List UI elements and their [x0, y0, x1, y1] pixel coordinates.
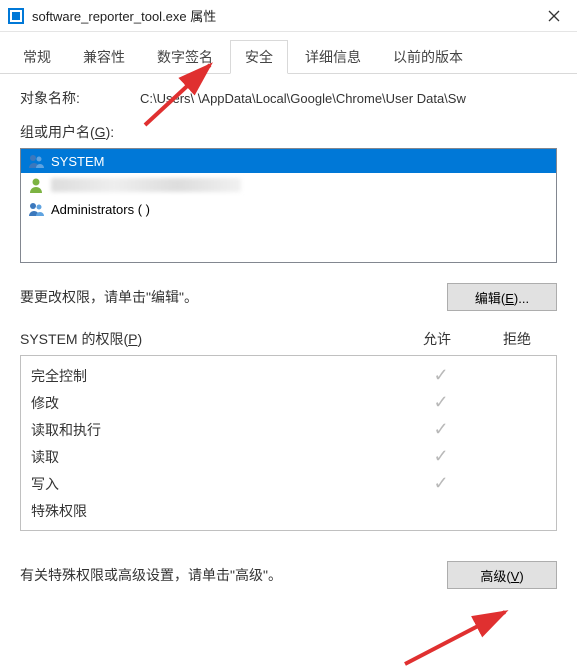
person-icon	[27, 176, 45, 194]
window-title: software_reporter_tool.exe 属性	[32, 6, 531, 25]
edit-hint: 要更改权限，请单击"编辑"。	[20, 287, 447, 307]
tab-previous-versions[interactable]: 以前的版本	[378, 40, 478, 73]
tab-details[interactable]: 详细信息	[290, 40, 376, 73]
allow-check-icon: ✓	[406, 392, 476, 413]
list-item-user[interactable]	[21, 173, 556, 197]
annotation-arrow-icon	[395, 604, 525, 670]
titlebar: software_reporter_tool.exe 属性	[0, 0, 577, 32]
allow-check-icon: ✓	[406, 419, 476, 440]
tab-digital-signatures[interactable]: 数字签名	[142, 40, 228, 73]
redacted-text	[51, 178, 241, 192]
tab-compat[interactable]: 兼容性	[68, 40, 140, 73]
allow-header: 允许	[397, 329, 477, 349]
perm-name: 完全控制	[31, 366, 406, 386]
app-icon	[8, 8, 24, 24]
perm-row: 修改 ✓	[31, 389, 546, 416]
perm-name: 特殊权限	[31, 501, 406, 521]
perm-name: 读取	[31, 447, 406, 467]
close-button[interactable]	[531, 0, 577, 32]
allow-check-icon: ✓	[406, 473, 476, 494]
tab-security[interactable]: 安全	[230, 40, 288, 74]
list-item-system[interactable]: SYSTEM	[21, 149, 556, 173]
object-name-value: C:\Users\ \AppData\Local\Google\Chrome\U…	[140, 91, 557, 106]
deny-header: 拒绝	[477, 329, 557, 349]
users-icon	[27, 200, 45, 218]
tab-general[interactable]: 常规	[8, 40, 66, 73]
perm-row: 读取 ✓	[31, 443, 546, 470]
users-icon	[27, 152, 45, 170]
perm-row: 特殊权限	[31, 497, 546, 524]
edit-button[interactable]: 编辑(E)...	[447, 283, 557, 311]
permissions-box: 完全控制 ✓ 修改 ✓ 读取和执行 ✓ 读取 ✓ 写入 ✓ 特殊权限	[20, 355, 557, 531]
perm-row: 完全控制 ✓	[31, 362, 546, 389]
perm-row: 读取和执行 ✓	[31, 416, 546, 443]
object-name-label: 对象名称:	[20, 88, 140, 108]
allow-check-icon: ✓	[406, 365, 476, 386]
perm-name: 读取和执行	[31, 420, 406, 440]
perm-row: 写入 ✓	[31, 470, 546, 497]
list-item-administrators[interactable]: Administrators ( )	[21, 197, 556, 221]
perm-name: 写入	[31, 474, 406, 494]
perm-name: 修改	[31, 393, 406, 413]
permissions-header: SYSTEM 的权限(P) 允许 拒绝	[20, 329, 557, 349]
advanced-row: 有关特殊权限或高级设置，请单击"高级"。 高级(V)	[20, 561, 557, 589]
tabs: 常规 兼容性 数字签名 安全 详细信息 以前的版本	[0, 32, 577, 74]
list-item-label: SYSTEM	[51, 154, 104, 169]
object-name-row: 对象名称: C:\Users\ \AppData\Local\Google\Ch…	[20, 88, 557, 108]
group-users-label: 组或用户名(G):	[20, 122, 557, 142]
group-users-listbox[interactable]: SYSTEM Administrators ( )	[20, 148, 557, 263]
advanced-hint: 有关特殊权限或高级设置，请单击"高级"。	[20, 565, 447, 585]
tab-content: 对象名称: C:\Users\ \AppData\Local\Google\Ch…	[0, 74, 577, 589]
edit-row: 要更改权限，请单击"编辑"。 编辑(E)...	[20, 283, 557, 311]
list-item-label: Administrators ( )	[51, 202, 150, 217]
advanced-button[interactable]: 高级(V)	[447, 561, 557, 589]
permissions-title: SYSTEM 的权限(P)	[20, 329, 397, 349]
allow-check-icon: ✓	[406, 446, 476, 467]
